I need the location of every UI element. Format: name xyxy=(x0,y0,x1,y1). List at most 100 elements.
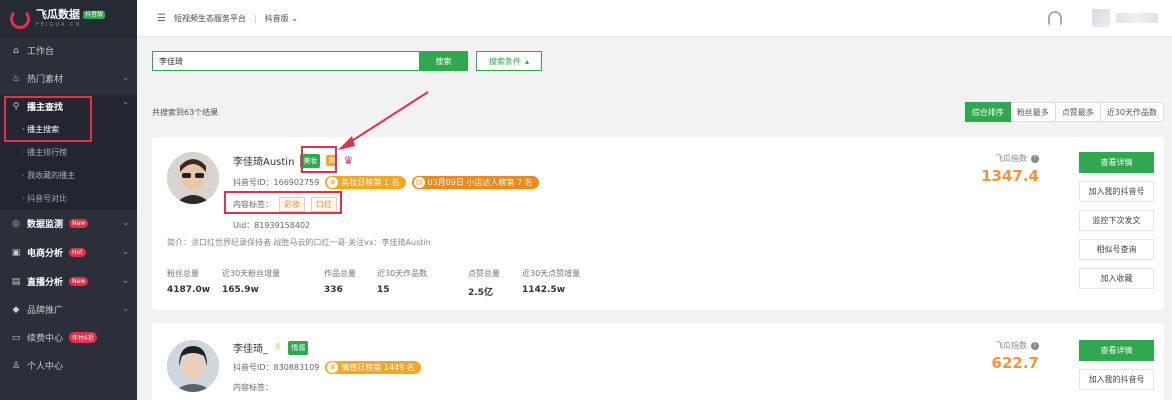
add-favorite-button[interactable]: 加入收藏 xyxy=(1079,268,1154,289)
category-tag: 情感 xyxy=(288,340,309,355)
stat-likes-growth: 近30天点赞增量 1142.5w xyxy=(522,268,622,298)
result-count: 共搜索到63个结果 xyxy=(152,108,219,117)
medal-icon: ♛ xyxy=(327,177,339,188)
chevron-down-icon: ⌄ xyxy=(122,218,129,227)
sidebar-subitem-ranking[interactable]: · 播主排行榜 xyxy=(0,141,137,164)
annotation-box-sidebar xyxy=(4,96,92,142)
search-input[interactable] xyxy=(152,51,419,71)
similar-accounts-button[interactable]: 相似号查询 xyxy=(1079,239,1154,260)
diamond-icon: ◆ xyxy=(12,304,20,315)
streamer-name[interactable]: 李佳琦_ xyxy=(233,340,268,355)
index-label: 飞瓜指数 xyxy=(995,341,1027,350)
add-my-account-button[interactable]: 加入我的抖音号 xyxy=(1079,369,1154,390)
index-value: 1347.4 xyxy=(981,167,1039,185)
chevron-down-icon: ⌄ xyxy=(122,247,129,256)
result-card: 李佳琦_ ✌ 情感 抖音号ID：830883109 ♛ 情感日榜第 1449 名 … xyxy=(152,323,1164,400)
sidebar-item-renewal[interactable]: ▭ 续费中心 年付6折 xyxy=(0,326,137,349)
feigua-index: 飞瓜指数! 622.7 xyxy=(992,340,1039,372)
stat-value: 15 xyxy=(377,285,390,295)
annotation-box-category xyxy=(301,146,337,173)
stat-label: 近30天粉丝增量 xyxy=(222,269,281,278)
sort-tab-most-fans[interactable]: 粉丝最多 xyxy=(1010,102,1056,122)
rank-badge[interactable]: ♛ 美妆日榜第 1 名 xyxy=(325,176,406,189)
content-label: 内容标签： xyxy=(233,383,273,392)
rank-badge[interactable]: ▤ 03月09日 小店达人榜第 7 名 xyxy=(411,176,539,189)
stat-recent-works: 近30天作品数 15 xyxy=(377,268,468,298)
search-conditions-button[interactable]: 搜索条件 ▴ xyxy=(476,51,542,71)
ok-hand-icon: ✌ xyxy=(274,342,283,353)
stat-value: 2.5亿 xyxy=(468,288,493,298)
sidebar: 飞瓜数据 抖音版 FEIGUA.CN ⌂ 工作台 ♨ 热门素材 ⌄ ⚲ 播主查找 ⌃ · 播… xyxy=(0,0,137,400)
sidebar-subitem-compare[interactable]: · 抖音号对比 xyxy=(0,187,137,210)
sort-tabs: 综合排序 粉丝最多 点赞最多 近30天作品数 xyxy=(964,102,1164,122)
rank-label: 美妆日榜第 1 名 xyxy=(341,178,400,187)
sidebar-item-label: 直播分析 xyxy=(27,278,64,288)
sidebar-item-label: 续费中心 xyxy=(27,334,64,344)
douyin-id: 抖音号ID：166902759 xyxy=(233,178,320,187)
index-value: 622.7 xyxy=(991,354,1039,372)
logo-sub: FEIGUA.CN xyxy=(36,22,82,28)
sidebar-item-live[interactable]: ▤ 直播分析 New ⌄ xyxy=(0,270,137,293)
avatar[interactable] xyxy=(167,340,219,392)
sidebar-item-profile[interactable]: ♙ 个人中心 xyxy=(0,354,137,377)
monitor-next-post-button[interactable]: 监控下次发文 xyxy=(1079,210,1154,231)
card-actions: 查看详情 加入我的抖音号 监控下次发文 相似号查询 加入收藏 xyxy=(1079,152,1154,289)
version-dropdown[interactable]: 抖音版 ⌄ xyxy=(265,13,298,24)
avatar xyxy=(1092,9,1110,27)
intro: 简介：涂口红世界纪录保持者 战胜马云的口红一哥 关注vx：李佳琦Austin xyxy=(167,238,431,247)
feigua-logo-icon xyxy=(10,8,30,29)
topbar: ☰ 短视频生态服务平台 | 抖音版 ⌄ xyxy=(137,0,1172,37)
sidebar-subitem-favorites[interactable]: · 我收藏的播主 xyxy=(0,164,137,187)
sort-tab-recent-works[interactable]: 近30天作品数 xyxy=(1100,102,1164,122)
stat-works: 作品总量 336 xyxy=(324,268,377,298)
stat-value: 336 xyxy=(324,285,343,295)
shop-icon: ▤ xyxy=(413,177,425,188)
sidebar-item-brand[interactable]: ◆ 品牌推广 ⌄ xyxy=(0,298,137,321)
info-icon[interactable]: ! xyxy=(1031,341,1039,350)
search-row: 搜索 搜索条件▴ xyxy=(152,51,542,71)
headset-icon[interactable] xyxy=(1048,11,1062,25)
rank-badge[interactable]: ♛ 情感日榜第 1449 名 xyxy=(325,361,421,374)
annotation-box-content-tags xyxy=(224,191,342,214)
crown-icon: ♛ xyxy=(343,154,354,167)
add-my-account-button[interactable]: 加入我的抖音号 xyxy=(1079,181,1154,202)
sidebar-item-hot-material[interactable]: ♨ 热门素材 ⌄ xyxy=(0,67,137,90)
streamer-name[interactable]: 李佳琦Austin xyxy=(233,153,294,168)
user-menu[interactable] xyxy=(1092,9,1158,27)
home-icon: ⌂ xyxy=(13,45,19,56)
search-button[interactable]: 搜索 xyxy=(419,51,468,71)
logo[interactable]: 飞瓜数据 抖音版 FEIGUA.CN xyxy=(0,0,137,37)
stat-label: 近30天点赞增量 xyxy=(522,269,581,278)
stats: 粉丝总量 4187.0w 近30天粉丝增量 165.9w 作品总量 336 近30天作… xyxy=(167,268,622,298)
fire-icon: ♨ xyxy=(11,73,21,84)
username-blurred xyxy=(1116,13,1158,23)
logo-name: 飞瓜数据 xyxy=(36,8,80,21)
sort-tab-comprehensive[interactable]: 综合排序 xyxy=(964,102,1011,122)
sidebar-item-label: 电商分析 xyxy=(27,249,64,259)
stat-likes: 点赞总量 2.5亿 xyxy=(468,268,522,298)
stat-value: 165.9w xyxy=(222,285,259,295)
chevron-down-icon: ⌄ xyxy=(291,13,298,23)
view-details-button[interactable]: 查看详情 xyxy=(1079,152,1154,173)
menu-icon[interactable]: ☰ xyxy=(157,13,166,24)
sidebar-item-data-monitor[interactable]: ◎ 数据监测 New ⌄ xyxy=(0,212,137,235)
index-label: 飞瓜指数 xyxy=(995,154,1027,163)
rank-label: 情感日榜第 1449 名 xyxy=(341,363,415,372)
separator: | xyxy=(253,13,257,23)
chevron-down-icon: ⌄ xyxy=(122,73,129,82)
stat-value: 1142.5w xyxy=(522,285,566,295)
avatar[interactable] xyxy=(167,152,219,204)
view-details-button[interactable]: 查看详情 xyxy=(1079,340,1154,361)
sidebar-item-workbench[interactable]: ⌂ 工作台 xyxy=(0,39,137,62)
stat-label: 近30天作品数 xyxy=(377,269,428,278)
card-icon: ▭ xyxy=(11,332,21,343)
sidebar-item-ecommerce[interactable]: ▣ 电商分析 Hot ⌄ xyxy=(0,241,137,264)
chevron-up-icon: ⌃ xyxy=(122,101,129,110)
chevron-down-icon: ⌄ xyxy=(122,276,129,285)
info-icon[interactable]: ! xyxy=(1031,154,1039,163)
sort-tab-most-likes[interactable]: 点赞最多 xyxy=(1055,102,1101,122)
logo-badge: 抖音版 xyxy=(83,10,106,19)
sidebar-item-label: 工作台 xyxy=(27,47,55,57)
sidebar-item-label: 数据监测 xyxy=(27,220,64,230)
new-badge: New xyxy=(69,219,89,228)
